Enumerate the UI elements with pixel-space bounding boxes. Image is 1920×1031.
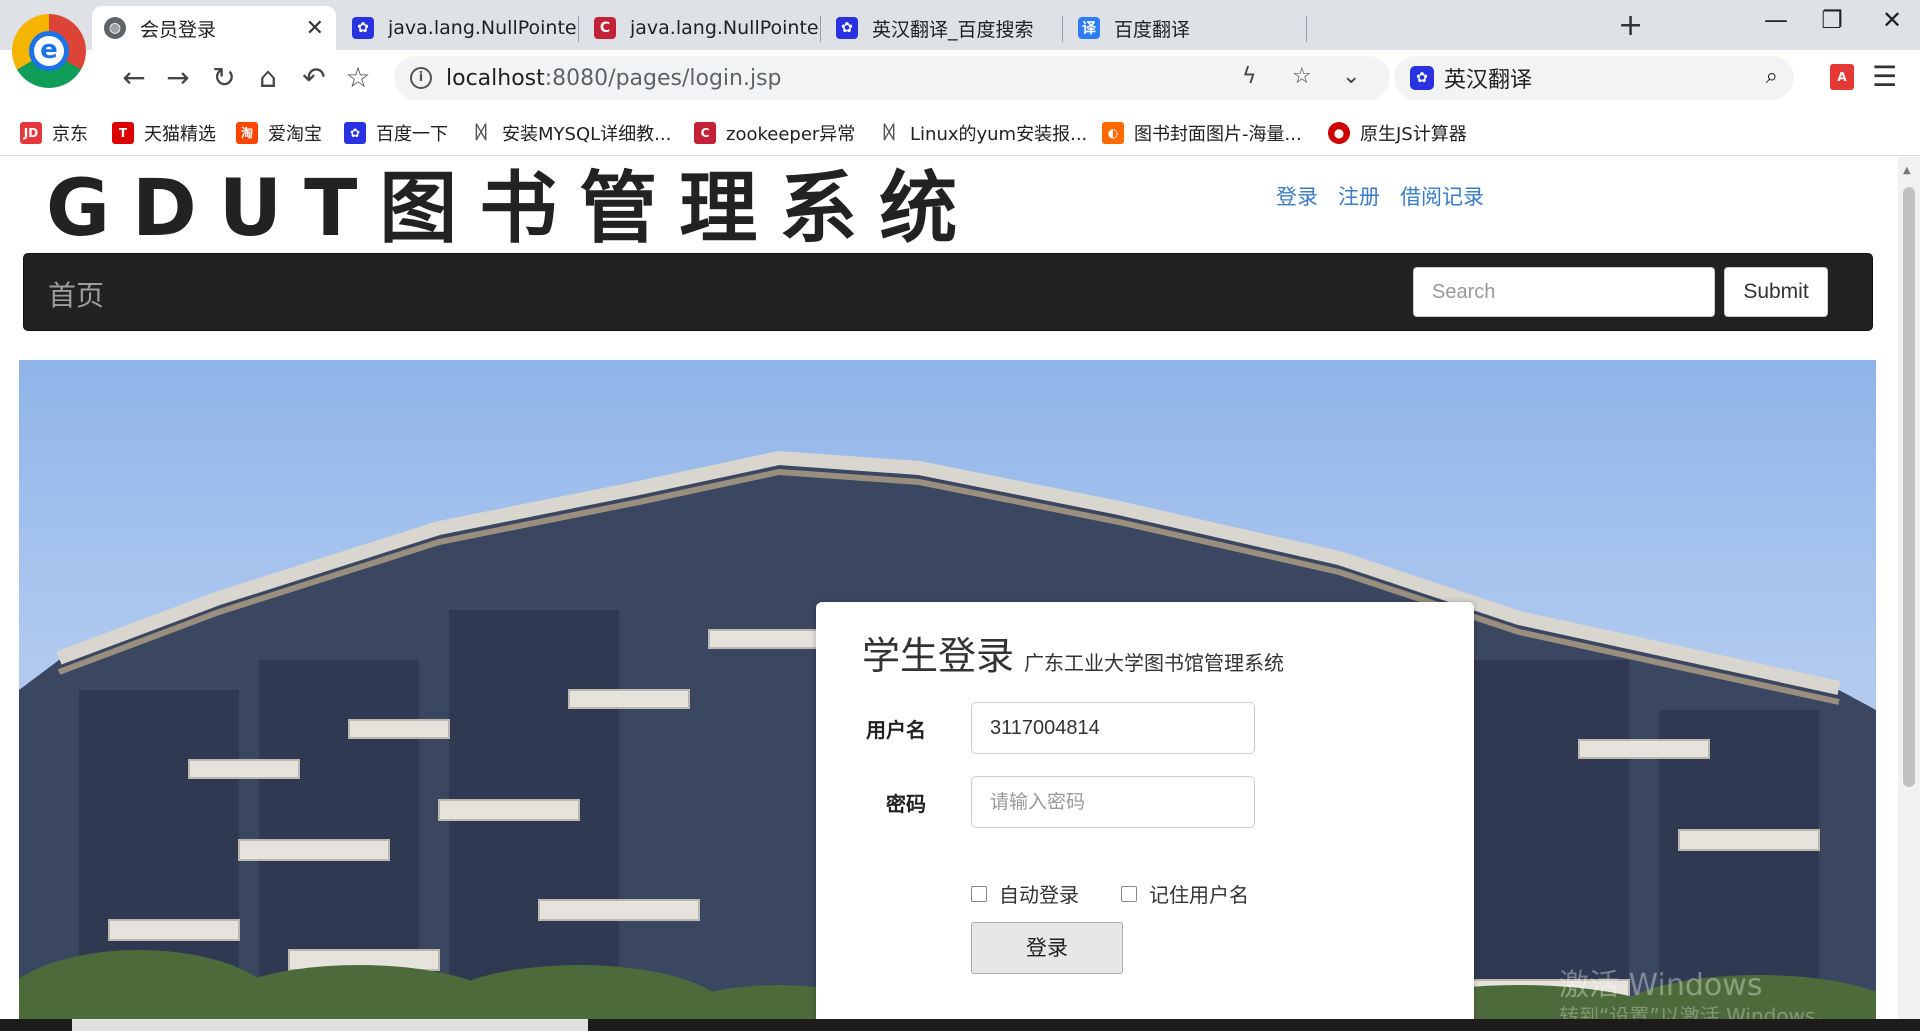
- submit-button[interactable]: Submit: [1724, 267, 1828, 317]
- menu-icon[interactable]: ☰: [1872, 60, 1897, 93]
- csdn-icon: C: [594, 17, 616, 39]
- browser-toolbar: ← → ↻ ⌂ ↶ ☆ i localhost:8080/pages/login…: [0, 50, 1920, 108]
- tab-nullpointer-baidu[interactable]: ✿ java.lang.NullPointerExcept: [340, 6, 576, 50]
- bookmark-linux-yum[interactable]: ᛞ Linux的yum安装报...: [878, 120, 1088, 146]
- username-label: 用户名: [866, 718, 926, 742]
- reload-icon[interactable]: ↻: [206, 62, 242, 94]
- undo-icon[interactable]: ↶: [296, 62, 332, 94]
- baidu-paw-icon: ✿: [836, 17, 858, 39]
- bookmark-jd[interactable]: JD 京东: [20, 120, 88, 146]
- os-taskbar: [0, 1019, 1920, 1031]
- tab-member-login[interactable]: ◍ 会员登录 ✕: [92, 6, 336, 50]
- checkbox-box[interactable]: [971, 885, 987, 902]
- url-text[interactable]: localhost:8080/pages/login.jsp: [446, 66, 782, 91]
- image-site-icon: ◐: [1102, 122, 1124, 144]
- taskbar-active-item[interactable]: [72, 1019, 588, 1031]
- feather-icon: ᛞ: [883, 122, 895, 143]
- tab-baidu-search[interactable]: ✿ 英汉翻译_百度搜索: [824, 6, 1060, 50]
- globe-icon: ◍: [104, 17, 126, 39]
- baidu-paw-icon: ✿: [352, 17, 374, 39]
- home-link[interactable]: 首页: [48, 274, 104, 314]
- checkbox-box[interactable]: [1121, 885, 1137, 902]
- page-scrollbar[interactable]: ▲: [1898, 157, 1920, 1019]
- tab-nullpointer-csdn[interactable]: C java.lang.NullPointerExcep: [582, 6, 818, 50]
- scrollbar-thumb[interactable]: [1903, 187, 1915, 787]
- baidu-paw-icon: ✿: [1410, 66, 1434, 90]
- browser-tab-strip: ◍ 会员登录 ✕ ✿ java.lang.NullPointerExcept C…: [0, 0, 1920, 50]
- close-tab-icon[interactable]: ✕: [306, 16, 324, 41]
- register-link[interactable]: 注册: [1338, 181, 1380, 211]
- password-input[interactable]: 请输入密码: [971, 776, 1255, 828]
- borrow-records-link[interactable]: 借阅记录: [1400, 181, 1484, 211]
- login-link[interactable]: 登录: [1276, 181, 1318, 211]
- header-links: 登录 注册 借阅记录: [1276, 181, 1484, 211]
- tab-baidu-translate[interactable]: 译 百度翻译: [1066, 6, 1302, 50]
- minimize-icon[interactable]: —: [1756, 6, 1796, 34]
- tmall-icon: T: [112, 122, 134, 144]
- login-subtitle: 广东工业大学图书馆管理系统: [1024, 651, 1285, 675]
- bookmark-tmall[interactable]: T 天猫精选: [112, 120, 216, 146]
- bookmark-ai-taobao[interactable]: 淘 爱淘宝: [236, 120, 322, 146]
- password-label: 密码: [886, 792, 926, 816]
- login-header: 学生登录 广东工业大学图书馆管理系统: [862, 634, 1284, 678]
- back-icon[interactable]: ←: [116, 62, 152, 94]
- star-icon[interactable]: ☆: [340, 62, 376, 94]
- login-panel: 学生登录 广东工业大学图书馆管理系统 用户名 3117004814 密码 请输入…: [816, 602, 1474, 1019]
- bookmark-js-calculator[interactable]: ● 原生JS计算器: [1328, 120, 1467, 146]
- tab-divider: [578, 16, 579, 42]
- windows-activation-watermark: 激活 Windows: [1559, 968, 1763, 1003]
- bookmark-zookeeper[interactable]: C zookeeper异常: [694, 120, 855, 146]
- tab-divider: [820, 16, 821, 42]
- csdn-icon: C: [694, 122, 716, 144]
- bookmark-mysql[interactable]: ᛞ 安装MYSQL详细教...: [470, 120, 672, 146]
- bookmark-book-covers[interactable]: ◐ 图书封面图片-海量...: [1102, 120, 1302, 146]
- main-navbar: 首页 Search Submit: [23, 253, 1873, 331]
- feather-icon: ᛞ: [475, 122, 487, 143]
- tab-divider: [1306, 16, 1307, 42]
- windows-activation-hint: 转到“设置”以激活 Windows。: [1559, 1004, 1836, 1019]
- bookmarks-bar: JD 京东 T 天猫精选 淘 爱淘宝 ✿ 百度一下 ᛞ 安装MYSQL详细教..…: [0, 108, 1920, 156]
- jd-icon: JD: [20, 122, 42, 144]
- search-input[interactable]: Search: [1413, 267, 1715, 317]
- address-bar[interactable]: i localhost:8080/pages/login.jsp ϟ ☆ ⌄: [394, 56, 1390, 100]
- bookmark-star-icon[interactable]: ☆: [1292, 64, 1312, 89]
- red-circle-icon: ●: [1328, 122, 1350, 144]
- search-icon[interactable]: ⌕: [1766, 64, 1778, 89]
- scroll-up-icon[interactable]: ▲: [1903, 165, 1911, 176]
- forward-icon[interactable]: →: [160, 62, 196, 94]
- lightning-icon[interactable]: ϟ: [1242, 64, 1257, 89]
- pdf-extension-icon[interactable]: A: [1830, 64, 1854, 90]
- baidu-paw-icon: ✿: [344, 122, 366, 144]
- home-icon[interactable]: ⌂: [250, 62, 286, 94]
- chevron-down-icon[interactable]: ⌄: [1342, 64, 1360, 89]
- browser-search-box[interactable]: ✿ 英汉翻译 ⌕: [1394, 56, 1794, 100]
- taobao-icon: 淘: [236, 122, 258, 144]
- page-viewport: GDUT图书管理系统 登录 注册 借阅记录 首页 Search Submit 激…: [0, 157, 1898, 1019]
- login-title: 学生登录: [862, 634, 1015, 678]
- tab-divider: [1062, 16, 1063, 42]
- restore-icon[interactable]: ❐: [1812, 6, 1852, 34]
- info-icon[interactable]: i: [410, 67, 432, 89]
- baidu-translate-icon: 译: [1078, 17, 1100, 39]
- username-input[interactable]: 3117004814: [971, 702, 1255, 754]
- close-window-icon[interactable]: ✕: [1872, 6, 1912, 34]
- remember-username-checkbox[interactable]: 记住用户名: [1121, 879, 1249, 908]
- new-tab-icon[interactable]: +: [1618, 8, 1643, 43]
- bookmark-baidu[interactable]: ✿ 百度一下: [344, 120, 448, 146]
- login-button[interactable]: 登录: [971, 922, 1123, 974]
- auto-login-checkbox[interactable]: 自动登录: [971, 879, 1079, 908]
- browser-logo-icon: e: [12, 14, 86, 88]
- site-title: GDUT图书管理系统: [46, 164, 980, 254]
